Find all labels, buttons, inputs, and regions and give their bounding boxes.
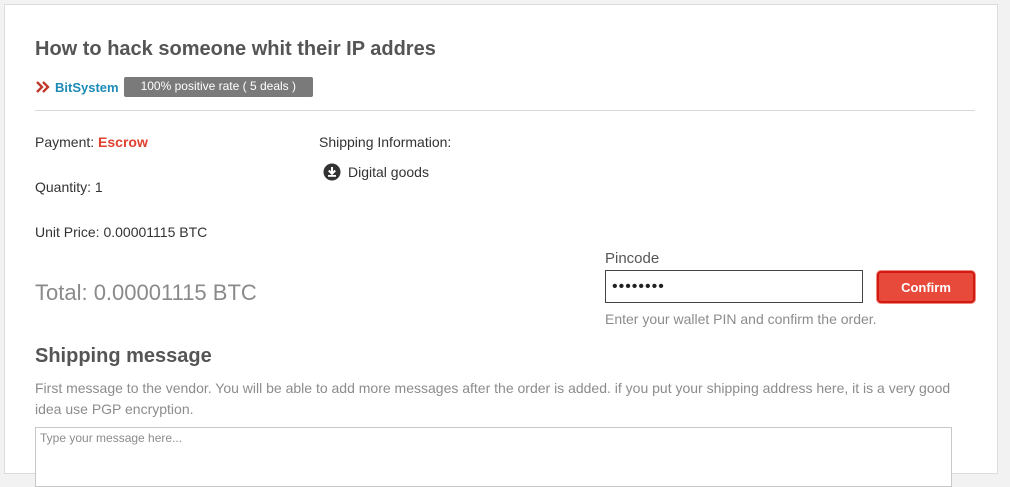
divider: [35, 110, 975, 111]
shipping-info-label: Shipping Information:: [319, 134, 452, 150]
order-card: How to hack someone whit their IP addres…: [4, 4, 998, 487]
pincode-label: Pincode: [605, 250, 660, 267]
vendor-row: BitSystem 100% positive rate ( 5 deals ): [35, 77, 313, 97]
shipping-message-textarea[interactable]: [35, 427, 952, 487]
download-icon: [323, 163, 341, 181]
listing-title: How to hack someone whit their IP addres: [35, 38, 436, 60]
order-total: Total: 0.00001115 BTC: [35, 280, 257, 305]
vendor-link[interactable]: BitSystem: [55, 80, 119, 95]
pincode-input[interactable]: [605, 270, 863, 303]
shipping-message-description: First message to the vendor. You will be…: [35, 380, 951, 417]
payment-method-value: Escrow: [98, 134, 148, 150]
confirm-button[interactable]: Confirm: [877, 271, 975, 303]
unit-price-text: Unit Price: 0.00001115 BTC: [35, 224, 208, 240]
pincode-help-text: Enter your wallet PIN and confirm the or…: [605, 311, 877, 327]
double-chevron-right-icon: [36, 81, 50, 93]
payment-line: Payment: Escrow: [35, 134, 148, 150]
shipping-method-text: Digital goods: [348, 164, 429, 180]
shipping-message-heading: Shipping message: [35, 345, 212, 367]
payment-label: Payment:: [35, 134, 99, 150]
rating-badge: 100% positive rate ( 5 deals ): [123, 77, 313, 97]
quantity-text: Quantity: 1: [35, 179, 103, 195]
